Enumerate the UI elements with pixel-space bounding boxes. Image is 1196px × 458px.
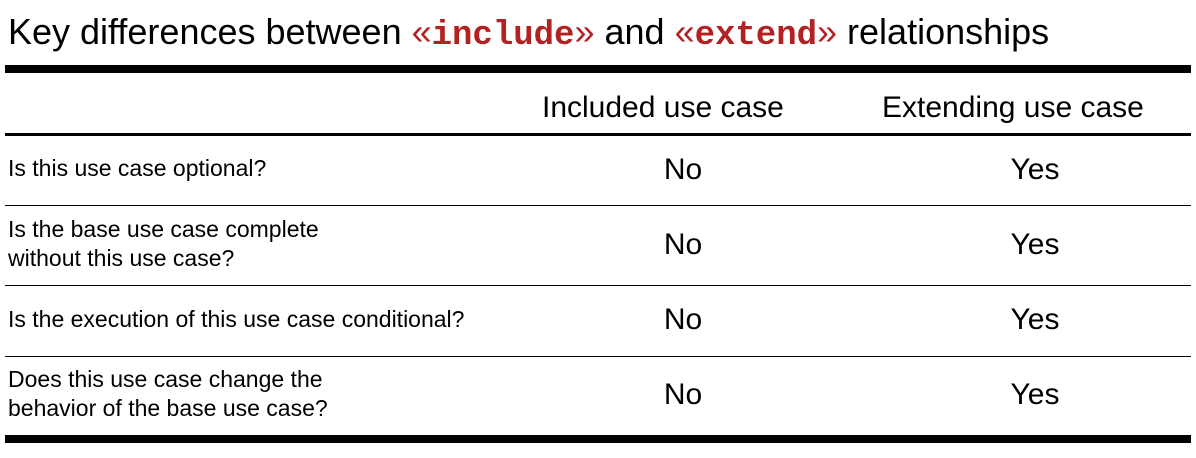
question-line: Does this use case change the <box>8 366 323 392</box>
question-line: behavior of the base use case? <box>8 395 328 421</box>
table-top-rule <box>5 65 1191 73</box>
row-divider <box>5 285 1191 286</box>
title-guillemet-open: « <box>674 11 695 52</box>
title-prefix: Key differences between <box>8 11 412 52</box>
header-rule <box>5 133 1191 136</box>
included-answer: No <box>663 228 703 261</box>
title-guillemet-open: « <box>411 11 432 52</box>
row-divider <box>5 205 1191 206</box>
question-line: Is this use case optional? <box>8 155 267 181</box>
extending-answer: Yes <box>1010 378 1060 411</box>
included-answer: No <box>663 378 703 411</box>
table-bottom-rule <box>5 435 1191 443</box>
header-included-use-case: Included use case <box>542 91 784 124</box>
row-divider <box>5 356 1191 357</box>
title-guillemet-close: » <box>817 11 838 52</box>
header-extending-use-case: Extending use case <box>882 91 1144 124</box>
extend-keyword: extend <box>694 17 818 55</box>
row-question: Is the execution of this use case condit… <box>8 305 464 334</box>
page-title: Key differences between «include» and «e… <box>8 4 1049 64</box>
row-question: Does this use case change the behavior o… <box>8 365 328 423</box>
question-line: Is the base use case complete <box>8 216 319 242</box>
row-question: Is the base use case complete without th… <box>8 215 319 273</box>
question-line: Is the execution of this use case condit… <box>8 306 465 332</box>
included-answer: No <box>663 153 703 186</box>
extending-answer: Yes <box>1010 228 1060 261</box>
title-suffix: relationships <box>837 11 1050 52</box>
included-answer: No <box>663 303 703 336</box>
extending-answer: Yes <box>1010 303 1060 336</box>
title-middle: and <box>594 11 675 52</box>
row-question: Is this use case optional? <box>8 154 266 183</box>
extending-answer: Yes <box>1010 153 1060 186</box>
title-guillemet-close: » <box>574 11 595 52</box>
include-keyword: include <box>431 17 575 55</box>
question-line: without this use case? <box>8 245 235 271</box>
